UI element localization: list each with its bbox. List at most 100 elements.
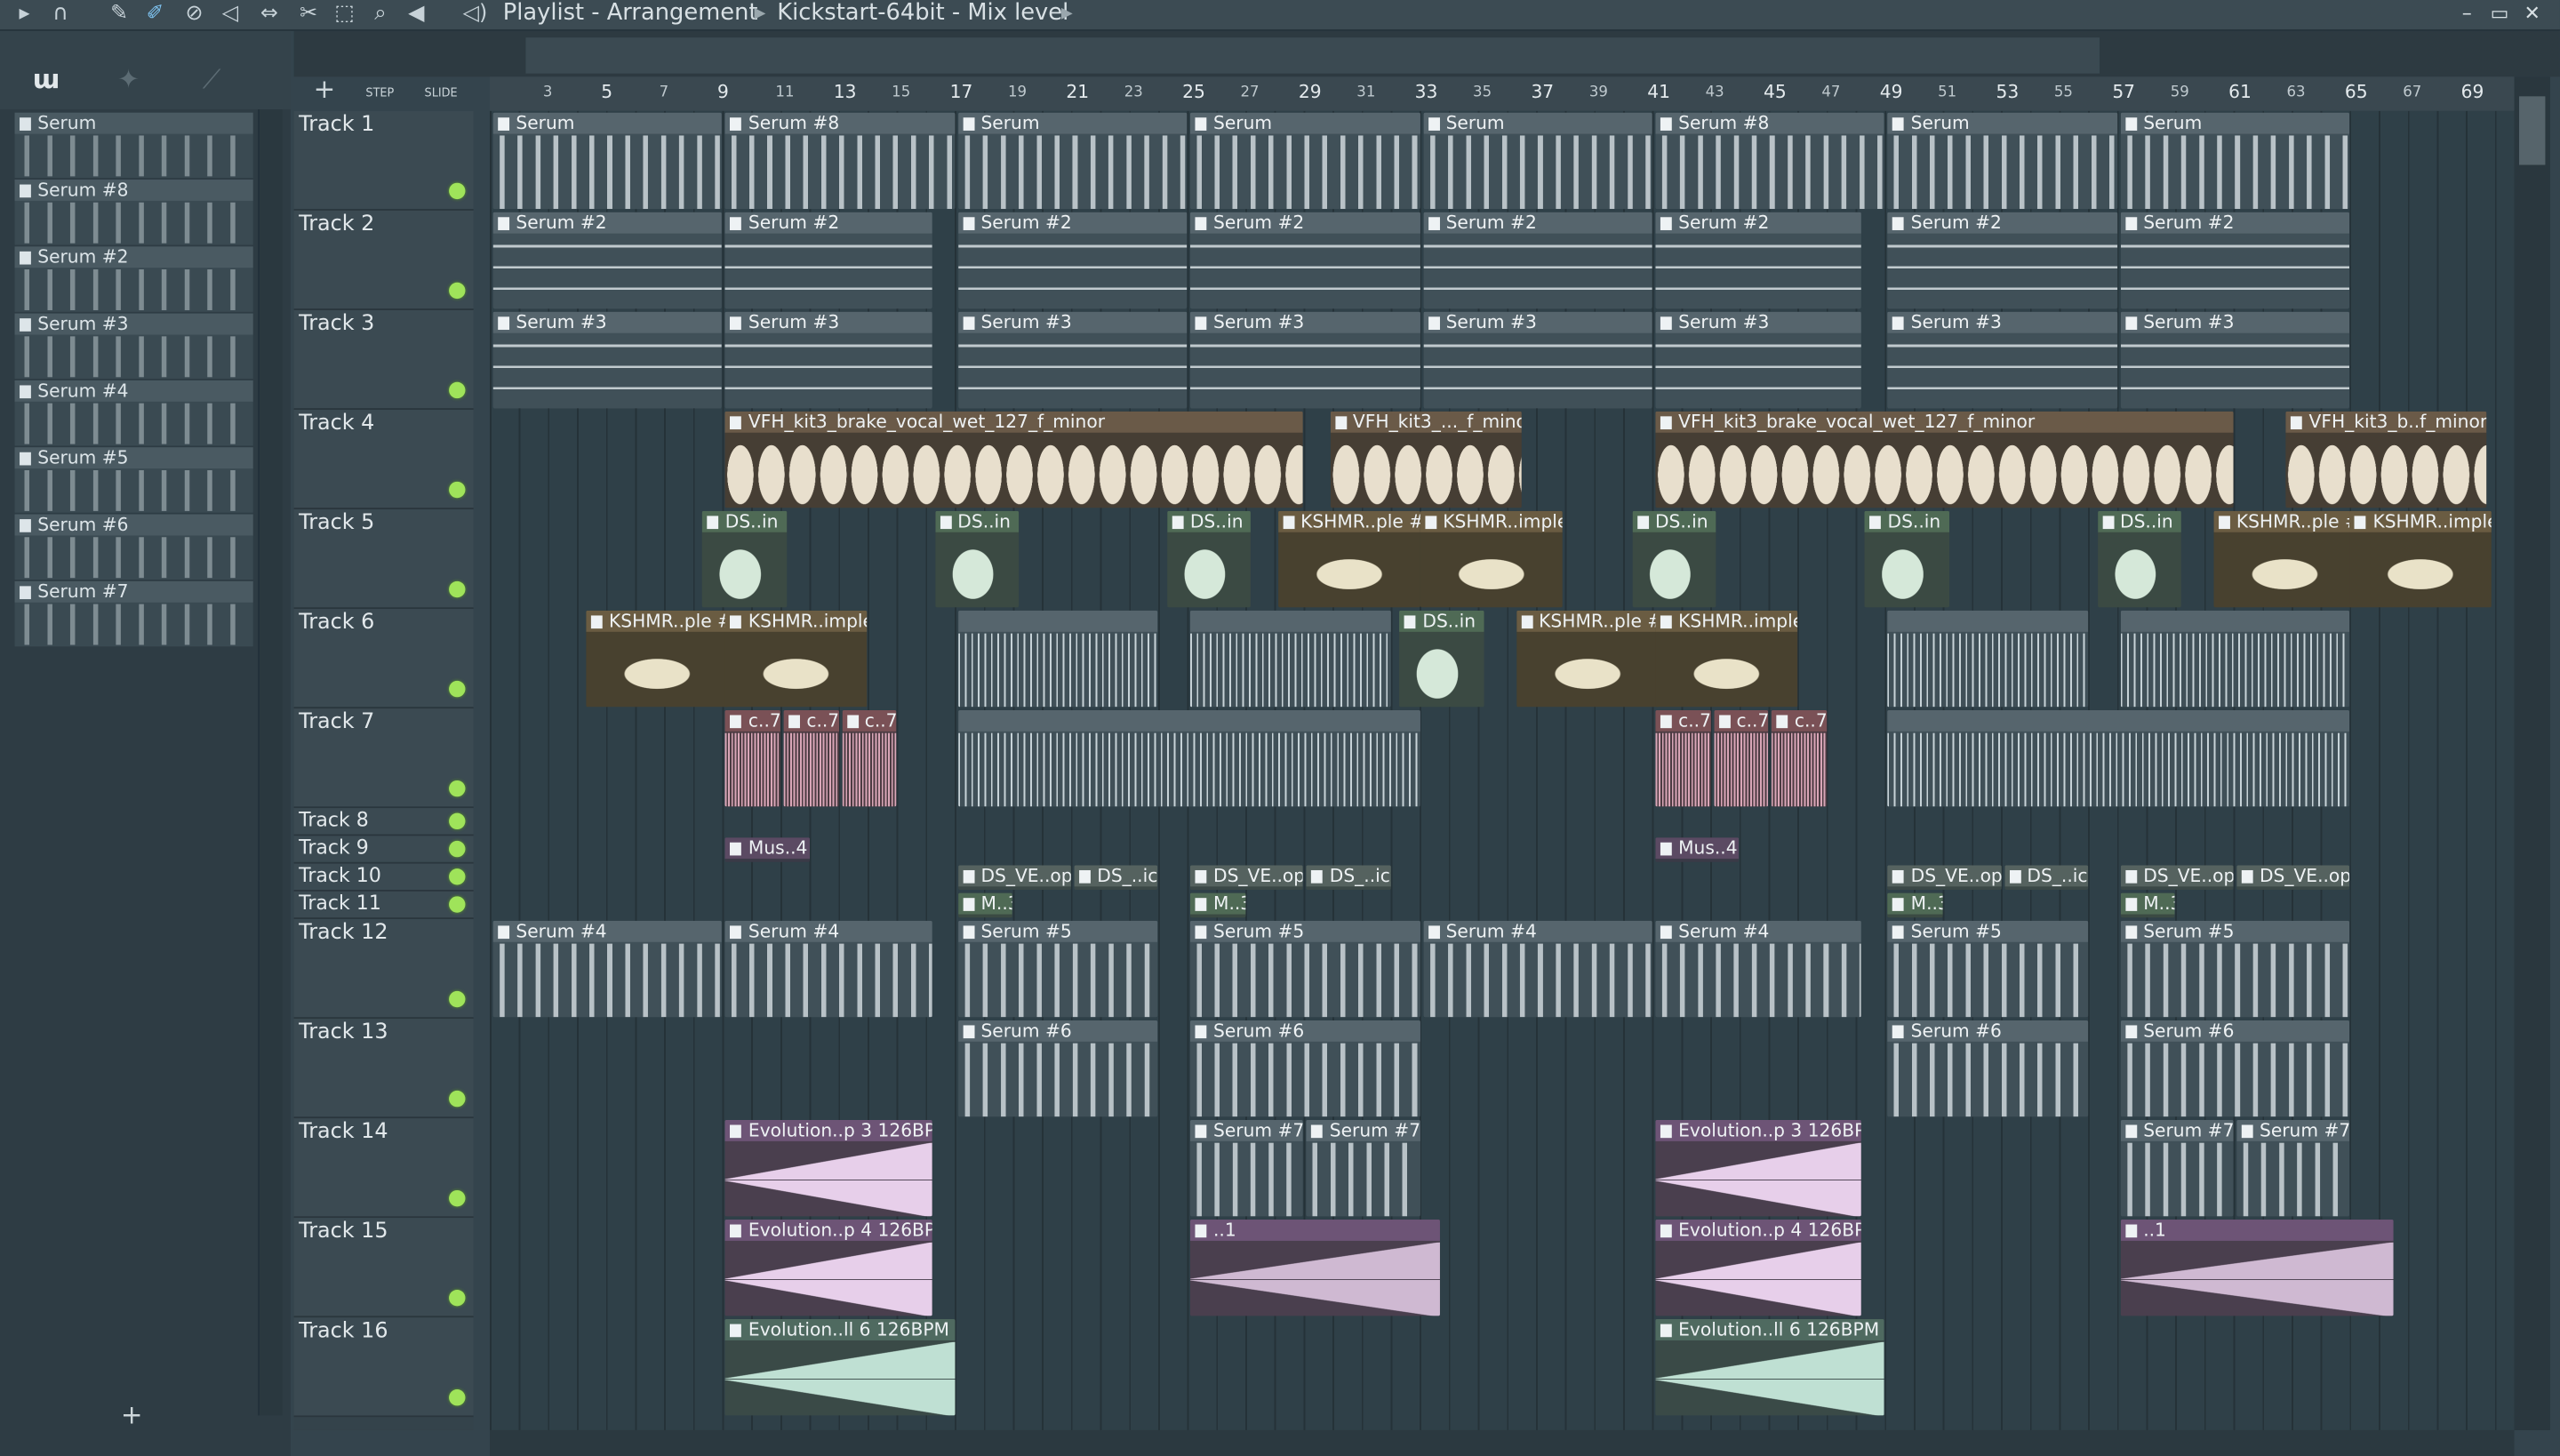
playlist-clip[interactable]: Serum — [2120, 112, 2350, 210]
playlist-clip[interactable]: Serum #4 — [1655, 920, 1862, 1018]
track-header[interactable]: Track 11 — [293, 891, 474, 920]
playlist-clip[interactable]: KSHMR..ple #2 — [1516, 610, 1659, 708]
playback-icon[interactable]: ◀ — [402, 2, 431, 28]
playlist-clip[interactable]: DS_..ic — [1074, 865, 1158, 891]
playlist-clip[interactable]: Serum #3 — [2120, 311, 2350, 409]
track-enable-led[interactable] — [449, 580, 466, 598]
playlist-clip[interactable]: Serum — [1190, 112, 1420, 210]
close-button[interactable]: ✕ — [2517, 0, 2547, 29]
track-enable-led[interactable] — [449, 1389, 466, 1406]
playlist-clip[interactable]: Serum #3 — [1655, 311, 1862, 409]
pattern-item[interactable]: Serum #4 — [14, 380, 253, 446]
playlist-clip[interactable]: Serum #4 — [492, 920, 723, 1018]
pattern-item[interactable]: Serum — [14, 112, 253, 179]
playlist-clip[interactable]: DS..in — [702, 510, 787, 608]
playlist-clip[interactable]: Evolution..ll 6 126BPM — [725, 1319, 956, 1416]
playlist-clip[interactable]: Serum #5 — [2120, 920, 2350, 1018]
playlist-clip[interactable]: Serum #6 — [1190, 1020, 1420, 1117]
zoom-icon[interactable]: ⌕ — [365, 2, 395, 28]
playlist-clip[interactable]: VFH_kit3_brake_vocal_wet_127_f_minor — [1655, 411, 2234, 508]
breadcrumb-section[interactable]: Playlist - Arrangement — [503, 0, 758, 29]
playlist-clip[interactable]: c..7 — [725, 709, 780, 807]
playlist-clip[interactable]: c..7 — [1713, 709, 1769, 807]
track-enable-led[interactable] — [449, 840, 466, 858]
track-enable-led[interactable] — [449, 1289, 466, 1307]
playlist-clip[interactable]: c..7 — [841, 709, 897, 807]
add-track-button[interactable]: + — [314, 74, 336, 105]
magnet-icon[interactable]: ∩ — [45, 2, 75, 28]
maximize-button[interactable]: ▭ — [2484, 0, 2514, 29]
playlist-clip[interactable]: DS_VE..opic — [2120, 865, 2234, 891]
horizontal-scrollbar[interactable] — [490, 1429, 2515, 1456]
playlist-clip[interactable]: Serum #2 — [725, 212, 932, 309]
playlist-clip[interactable]: Mus..4 — [725, 837, 810, 862]
playlist-clip[interactable] — [957, 610, 1158, 708]
select-icon[interactable]: ⬚ — [330, 2, 359, 28]
playlist-clip[interactable]: M..3 — [957, 892, 1013, 918]
playlist-clip[interactable]: VFH_kit3_..._f_minor — [1330, 411, 1522, 508]
playlist-clip[interactable]: Serum #7 — [1190, 1119, 1304, 1217]
playlist-clip[interactable]: Serum #7 — [2120, 1119, 2234, 1217]
playlist-clip[interactable]: c..7 — [1655, 709, 1711, 807]
minimize-button[interactable]: – — [2452, 0, 2482, 29]
track-header[interactable]: Track 12 — [293, 919, 474, 1020]
slice-icon[interactable]: ✂ — [294, 2, 324, 28]
pattern-item[interactable]: Serum #3 — [14, 313, 253, 380]
playlist-clip[interactable]: Serum #4 — [725, 920, 932, 1018]
track-enable-led[interactable] — [449, 282, 466, 300]
playlist-clip[interactable]: Serum — [492, 112, 723, 210]
playlist-clip[interactable]: KSHMR..ple #2 — [2213, 510, 2356, 608]
track-header[interactable]: Track 14 — [293, 1118, 474, 1219]
playlist-clip[interactable]: Serum #5 — [1190, 920, 1420, 1018]
playlist-clip[interactable]: Serum #4 — [1422, 920, 1652, 1018]
playlist-clip[interactable]: DS..in — [1864, 510, 1949, 608]
vertical-scrollbar[interactable] — [2514, 76, 2550, 1430]
playlist-clip[interactable]: Serum #2 — [2120, 212, 2350, 309]
playlist-clip[interactable]: Serum #6 — [1887, 1020, 2089, 1117]
playlist-clip[interactable]: DS..in — [934, 510, 1019, 608]
playlist-clip[interactable]: KSHMR..imple — [725, 610, 868, 708]
arrangement-overview[interactable] — [525, 37, 2100, 74]
playlist-clip[interactable]: Serum #2 — [492, 212, 723, 309]
track-header[interactable]: Track 13 — [293, 1019, 474, 1119]
track-header[interactable]: Track 2 — [293, 210, 474, 310]
playlist-clip[interactable]: KSHMR..ple #2 — [1277, 510, 1420, 608]
track-header[interactable]: Track 7 — [293, 708, 474, 809]
playlist-clip[interactable]: DS..in — [1399, 610, 1484, 708]
playlist-clip[interactable]: Serum #2 — [1190, 212, 1420, 309]
timeline-ruler[interactable]: 3 5 7 9 11 13 15 17 19 21 23 25 27 29 31 33 35 37 39 41 43 45… — [490, 76, 2515, 113]
delete-icon[interactable]: ⊘ — [180, 2, 209, 28]
playlist-clip[interactable]: Mus..4 — [1655, 837, 1740, 862]
track-enable-led[interactable] — [449, 381, 466, 399]
playlist-clip[interactable]: Serum #3 — [492, 311, 723, 409]
pattern-item[interactable]: Serum #7 — [14, 580, 253, 647]
playlist-clip[interactable]: KSHMR..imple — [1420, 510, 1563, 608]
playlist-clip[interactable]: Serum #3 — [1422, 311, 1652, 409]
playlist-clip[interactable]: Evolution..p 3 126BPM — [725, 1119, 932, 1217]
track-enable-led[interactable] — [449, 1189, 466, 1207]
breadcrumb-arrow-icon[interactable]: ▸ — [1061, 0, 1073, 29]
playlist-clip[interactable]: KSHMR..ple #2 — [586, 610, 729, 708]
playlist-clip[interactable]: Serum — [1887, 112, 2117, 210]
piano-roll-icon[interactable]: ɯ — [33, 64, 60, 95]
track-header[interactable]: Track 5 — [293, 509, 474, 610]
playlist-clip[interactable] — [1887, 610, 2089, 708]
playlist-clip[interactable]: KSHMR..imple — [1655, 610, 1798, 708]
playlist-clip[interactable]: DS_..ic — [2004, 865, 2089, 891]
playlist-clip[interactable]: c..7 — [1772, 709, 1827, 807]
playlist-clip[interactable]: VFH_kit3_brake_vocal_wet_127_f_minor — [725, 411, 1304, 508]
playlist-clip[interactable]: ..1 — [1190, 1220, 1441, 1316]
track-header[interactable]: Track 9 — [293, 836, 474, 864]
playlist-clip[interactable]: DS_VE..opic — [2236, 865, 2350, 891]
track-enable-led[interactable] — [449, 182, 466, 200]
pattern-item[interactable]: Serum #2 — [14, 246, 253, 312]
add-pattern-button[interactable]: + — [121, 1399, 143, 1430]
track-enable-led[interactable] — [449, 990, 466, 1008]
playlist-clip[interactable]: VFH_kit3_b..f_minor #2 — [2285, 411, 2487, 508]
track-enable-led[interactable] — [449, 896, 466, 913]
playlist-clip[interactable]: Serum #5 — [1887, 920, 2089, 1018]
playlist-clip[interactable]: Serum #3 — [725, 311, 932, 409]
playlist-clip[interactable]: M..3 — [2120, 892, 2176, 918]
step-label[interactable]: STEP — [365, 86, 394, 100]
automation-icon[interactable]: ⟋ — [203, 64, 221, 97]
